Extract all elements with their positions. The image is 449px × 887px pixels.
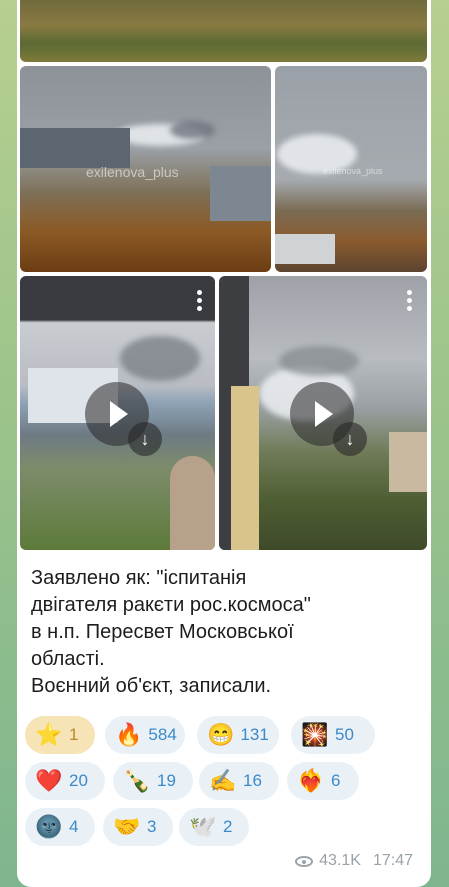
reaction-heart-on-fire[interactable]: ❤️‍🔥 6 (287, 762, 359, 800)
reaction-writing-hand[interactable]: ✍️ 16 (199, 762, 279, 800)
photo-2[interactable]: exilenova_plus (275, 66, 427, 272)
champagne-icon: 🍾 (123, 768, 151, 793)
writing-hand-icon: ✍️ (209, 768, 237, 793)
reaction-count: 50 (335, 725, 354, 744)
building (275, 234, 335, 264)
building (210, 166, 271, 221)
reaction-count: 19 (157, 771, 176, 790)
view-count: 43.1K (319, 852, 361, 869)
reaction-heart[interactable]: ❤️ 20 (25, 762, 105, 800)
video-1[interactable]: ↓ (20, 276, 215, 550)
reaction-count: 584 (148, 725, 177, 744)
reaction-count: 16 (243, 771, 262, 790)
dove-icon: 🕊️ (189, 814, 217, 839)
reaction-star[interactable]: ⭐ 1 (25, 716, 95, 754)
more-vertical-icon[interactable] (407, 290, 413, 314)
grin-icon: 😁 (207, 722, 235, 747)
person-head (170, 456, 215, 550)
reaction-count: 131 (240, 725, 269, 744)
watermark: exilenova_plus (323, 166, 383, 176)
message-bubble: exilenova_plus exilenova_plus ↓ ↓ Заявле… (17, 0, 431, 887)
photo-top-partial[interactable] (20, 0, 427, 62)
message-text: Заявлено як: "іспитанія двігателя ракєти… (31, 567, 311, 697)
timestamp: 17:47 (372, 852, 413, 869)
download-arrow-icon[interactable]: ↓ (333, 422, 367, 456)
building (231, 386, 259, 550)
reaction-count: 3 (147, 817, 157, 836)
building (20, 128, 130, 168)
smoke-cloud-dark (279, 346, 359, 376)
reaction-handshake[interactable]: 🤝 3 (103, 808, 173, 846)
star-icon: ⭐ (35, 722, 63, 747)
eye-icon (295, 855, 314, 867)
reaction-count: 20 (69, 771, 88, 790)
video-2[interactable]: ↓ (219, 276, 427, 550)
heart-on-fire-icon: ❤️‍🔥 (297, 768, 325, 793)
building (389, 432, 427, 492)
reaction-dove[interactable]: 🕊️ 2 (179, 808, 249, 846)
reaction-fire[interactable]: 🔥 584 (105, 716, 185, 754)
fire-icon: 🔥 (115, 722, 143, 747)
reaction-fireworks[interactable]: 🎇 50 (291, 716, 375, 754)
watermark: exilenova_plus (86, 164, 179, 180)
reaction-champagne[interactable]: 🍾 19 (113, 762, 193, 800)
moon-face-icon: 🌚 (35, 814, 63, 839)
handshake-icon: 🤝 (113, 814, 141, 839)
reaction-grin[interactable]: 😁 131 (197, 716, 279, 754)
reaction-count: 4 (69, 817, 79, 836)
reaction-count: 2 (223, 817, 233, 836)
more-vertical-icon[interactable] (197, 290, 203, 314)
smoke-cloud-dark (170, 121, 215, 139)
photo-1[interactable]: exilenova_plus (20, 66, 271, 272)
message-meta: 43.1K 17:47 (295, 852, 413, 870)
reaction-count: 1 (69, 725, 79, 744)
heart-icon: ❤️ (35, 768, 63, 793)
fireworks-icon: 🎇 (301, 722, 329, 747)
reaction-count: 6 (331, 771, 341, 790)
smoke-cloud (120, 336, 200, 381)
reaction-moon-face[interactable]: 🌚 4 (25, 808, 95, 846)
download-arrow-icon[interactable]: ↓ (128, 422, 162, 456)
